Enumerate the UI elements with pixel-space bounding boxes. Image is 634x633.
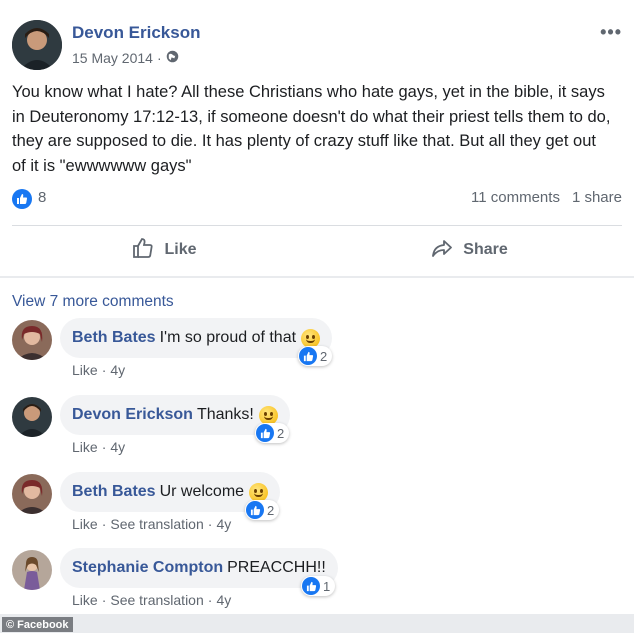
commenter-name[interactable]: Devon Erickson — [72, 406, 193, 424]
post-counts: 11 comments 1 share — [471, 189, 622, 206]
reactions-summary: 8 11 comments 1 share — [12, 187, 622, 211]
post-text: You know what I hate? All these Christia… — [12, 83, 611, 175]
section-separator — [0, 276, 634, 278]
commenter-avatar[interactable] — [12, 320, 52, 360]
footer-bar — [0, 614, 634, 633]
see-translation-link[interactable]: See translation — [110, 516, 203, 532]
reaction-count[interactable]: 8 — [38, 189, 46, 206]
comment-bubble: Stephanie Compton PREACCHH!! — [60, 548, 338, 588]
post-meta: 15 May 2014 · — [72, 50, 179, 66]
facebook-post: Devon Erickson 15 May 2014 · ••• You kno… — [0, 0, 634, 633]
comments-count[interactable]: 11 comments — [471, 189, 560, 206]
comment-reactions[interactable]: 2 — [255, 423, 290, 443]
comment-actions: Like · See translation · 4y — [72, 516, 232, 532]
comment-reaction-count: 2 — [267, 502, 275, 518]
like-button[interactable]: Like — [12, 229, 317, 271]
comment-text: I'm so proud of that — [159, 329, 297, 346]
post-actions: Like Share — [12, 229, 622, 271]
comment-age[interactable]: 4y — [110, 439, 125, 455]
share-arrow-icon — [431, 237, 453, 264]
comment-item: Beth Bates I'm so proud of that 2 Like ·… — [12, 318, 622, 388]
comment-item: Devon Erickson Thanks! 2 Like · 4y — [12, 395, 622, 465]
commenter-name[interactable]: Stephanie Compton — [72, 559, 223, 577]
comment-bubble: Beth Bates I'm so proud of that — [60, 318, 333, 358]
comment-text: Ur welcome — [159, 483, 245, 500]
commenter-name[interactable]: Beth Bates — [72, 483, 156, 501]
share-button-label: Share — [463, 241, 508, 258]
winking-face-icon — [249, 482, 269, 502]
comment-reactions[interactable]: 2 — [298, 346, 333, 366]
like-reaction-icon[interactable] — [12, 189, 32, 209]
comment-actions: Like · 4y — [72, 439, 126, 455]
comment-text: Thanks! — [196, 406, 254, 423]
commenter-avatar[interactable] — [12, 397, 52, 437]
comment-like-link[interactable]: Like — [72, 362, 98, 378]
shares-count[interactable]: 1 share — [572, 189, 622, 206]
comment-actions: Like · 4y — [72, 362, 126, 378]
post-date[interactable]: 15 May 2014 — [72, 50, 153, 66]
share-button[interactable]: Share — [317, 229, 622, 271]
comment-age[interactable]: 4y — [110, 362, 125, 378]
facebook-watermark: © Facebook — [2, 617, 73, 632]
comment-like-link[interactable]: Like — [72, 439, 98, 455]
comment-like-link[interactable]: Like — [72, 592, 98, 608]
post-header: Devon Erickson 15 May 2014 · ••• — [12, 18, 622, 72]
comment-reactions[interactable]: 1 — [301, 576, 336, 596]
comment-text: PREACCHH!! — [227, 559, 326, 576]
thumbs-up-icon — [132, 237, 154, 264]
comment-like-link[interactable]: Like — [72, 516, 98, 532]
divider — [12, 225, 622, 226]
like-reaction-icon — [299, 347, 317, 365]
slightly-smiling-face-icon — [301, 328, 321, 348]
comment-item: Beth Bates Ur welcome 2 Like · See trans… — [12, 472, 622, 542]
commenter-avatar[interactable] — [12, 550, 52, 590]
like-button-label: Like — [164, 241, 197, 258]
more-options-icon[interactable]: ••• — [600, 22, 622, 43]
like-reaction-icon — [302, 577, 320, 595]
view-more-comments-link[interactable]: View 7 more comments — [12, 293, 174, 311]
author-avatar[interactable] — [12, 20, 62, 70]
globe-icon — [166, 50, 179, 66]
comment-reaction-count: 2 — [277, 425, 285, 441]
comment-reaction-count: 2 — [320, 348, 328, 364]
see-translation-link[interactable]: See translation — [110, 592, 203, 608]
comment-actions: Like · See translation · 4y — [72, 592, 232, 608]
comment-reactions[interactable]: 2 — [245, 500, 280, 520]
post-author-name[interactable]: Devon Erickson — [72, 23, 201, 43]
commenter-name[interactable]: Beth Bates — [72, 329, 156, 347]
grinning-face-icon — [258, 405, 278, 425]
comment-item: Stephanie Compton PREACCHH!! 1 Like · Se… — [12, 548, 622, 618]
comment-age[interactable]: 4y — [216, 516, 231, 532]
like-reaction-icon — [256, 424, 274, 442]
like-reaction-icon — [246, 501, 264, 519]
comment-reaction-count: 1 — [323, 578, 331, 594]
commenter-avatar[interactable] — [12, 474, 52, 514]
comment-age[interactable]: 4y — [216, 592, 231, 608]
